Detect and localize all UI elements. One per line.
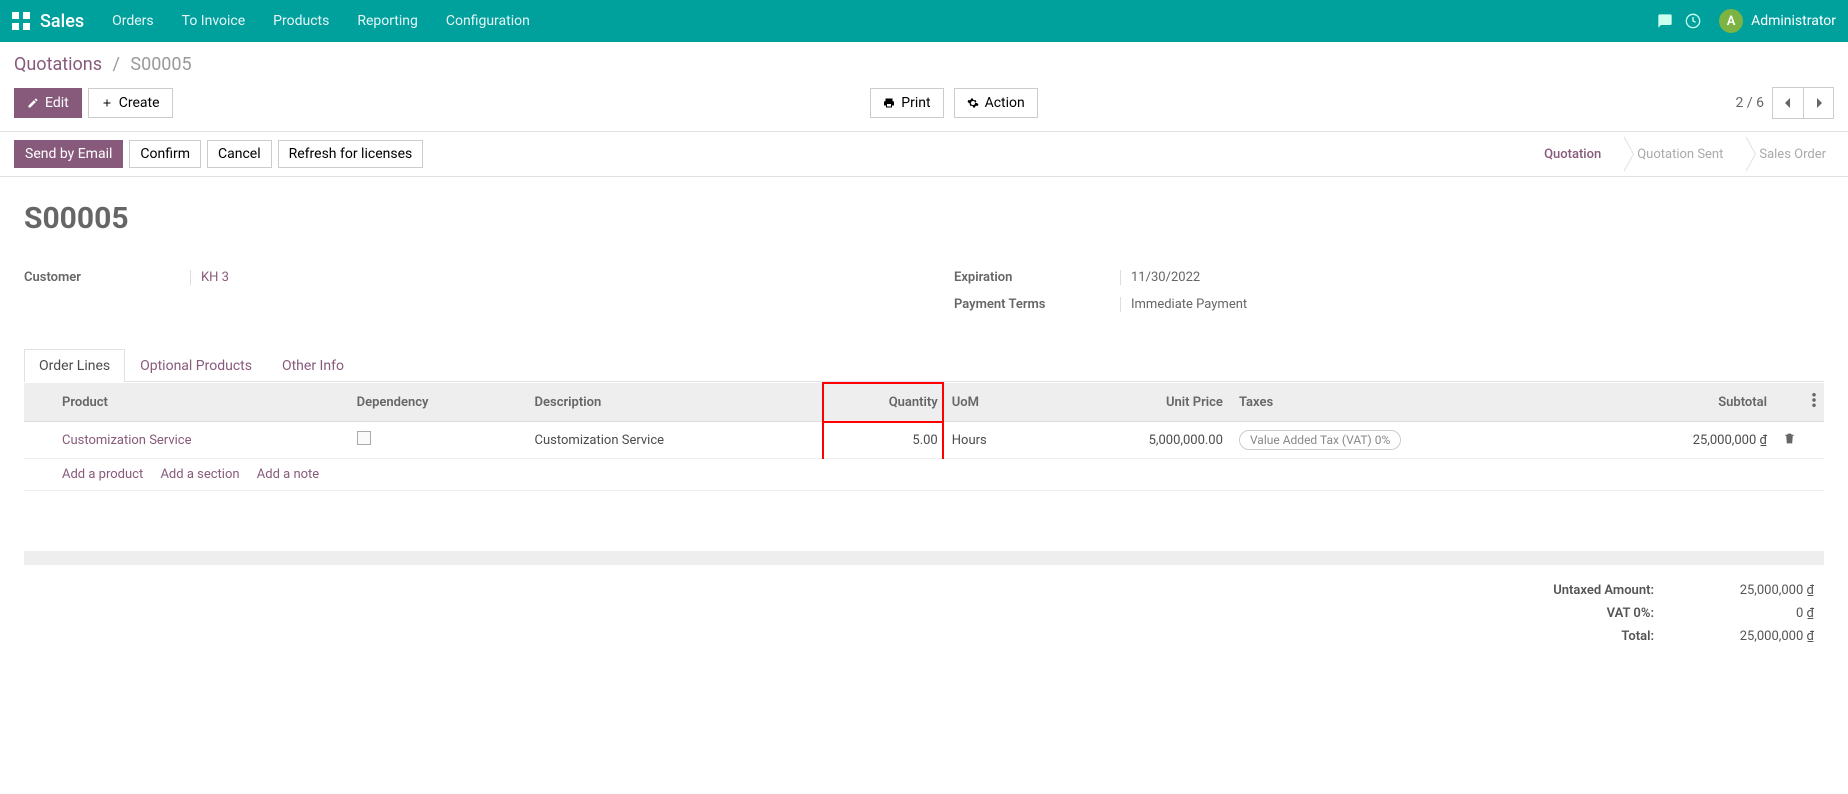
action-button[interactable]: Action	[954, 88, 1038, 118]
payment-terms-value: Immediate Payment	[1120, 297, 1824, 312]
tab-other-info[interactable]: Other Info	[267, 349, 359, 382]
total-label: Total:	[1553, 629, 1654, 644]
pager-text: 2 / 6	[1736, 95, 1764, 111]
pager-prev[interactable]	[1773, 88, 1803, 118]
expiration-label: Expiration	[954, 270, 1120, 285]
col-unit-price[interactable]: Unit Price	[1048, 383, 1231, 422]
edit-label: Edit	[45, 95, 69, 111]
edit-button[interactable]: Edit	[14, 88, 82, 118]
confirm-button[interactable]: Confirm	[129, 140, 201, 168]
refresh-licenses-button[interactable]: Refresh for licenses	[278, 140, 424, 168]
col-subtotal[interactable]: Subtotal	[1592, 383, 1775, 422]
nav-configuration[interactable]: Configuration	[446, 13, 530, 29]
app-brand[interactable]: Sales	[40, 11, 84, 32]
nav-orders[interactable]: Orders	[112, 13, 154, 29]
tax-badge[interactable]: Value Added Tax (VAT) 0%	[1239, 430, 1401, 450]
nav-reporting[interactable]: Reporting	[357, 13, 418, 29]
col-product[interactable]: Product	[54, 383, 349, 422]
top-navbar: Sales Orders To Invoice Products Reporti…	[0, 0, 1848, 42]
table-row[interactable]: Customization Service Customization Serv…	[24, 422, 1824, 459]
row-unit-price: 5,000,000.00	[1048, 422, 1231, 459]
status-sales-order[interactable]: Sales Order	[1745, 136, 1848, 172]
tab-order-lines[interactable]: Order Lines	[24, 349, 125, 382]
nav-products[interactable]: Products	[273, 13, 329, 29]
add-product-link[interactable]: Add a product	[62, 467, 143, 482]
username[interactable]: Administrator	[1751, 13, 1836, 29]
col-dependency[interactable]: Dependency	[349, 383, 527, 422]
expiration-value: 11/30/2022	[1120, 270, 1824, 285]
gear-icon	[967, 97, 979, 109]
table-footer-bar	[24, 551, 1824, 565]
col-quantity[interactable]: Quantity	[823, 383, 943, 422]
col-uom[interactable]: UoM	[943, 383, 1048, 422]
add-section-link[interactable]: Add a section	[160, 467, 239, 482]
nav-to-invoice[interactable]: To Invoice	[182, 13, 246, 29]
col-kebab[interactable]	[1804, 383, 1824, 422]
breadcrumb-root[interactable]: Quotations	[14, 54, 102, 75]
tab-optional-products[interactable]: Optional Products	[125, 349, 267, 382]
customer-value[interactable]: KH 3	[190, 270, 894, 285]
breadcrumb-sep: /	[112, 54, 119, 75]
apps-icon[interactable]	[12, 12, 30, 30]
total-value: 25,000,000 ₫	[1694, 629, 1814, 644]
vat-label: VAT 0%:	[1553, 606, 1654, 621]
print-button[interactable]: Print	[870, 88, 943, 118]
status-quotation-sent[interactable]: Quotation Sent	[1623, 136, 1745, 172]
breadcrumb: Quotations / S00005	[14, 54, 1834, 75]
status-quotation[interactable]: Quotation	[1530, 136, 1623, 172]
row-subtotal: 25,000,000 ₫	[1592, 422, 1775, 459]
col-handle	[24, 383, 54, 422]
dependency-checkbox[interactable]	[357, 431, 371, 445]
create-label: Create	[119, 95, 160, 111]
kebab-icon	[1812, 393, 1816, 407]
trash-icon	[1783, 432, 1796, 445]
col-description[interactable]: Description	[527, 383, 824, 422]
col-delete	[1775, 383, 1804, 422]
vat-value: 0 ₫	[1694, 606, 1814, 621]
print-label: Print	[901, 95, 930, 111]
create-button[interactable]: Create	[88, 88, 173, 118]
row-quantity[interactable]: 5.00	[823, 422, 943, 459]
order-lines-table: Product Dependency Description Quantity …	[24, 382, 1824, 565]
status-steps: Quotation Quotation Sent Sales Order	[1530, 136, 1848, 172]
pencil-icon	[27, 97, 39, 109]
send-email-button[interactable]: Send by Email	[14, 140, 123, 168]
action-label: Action	[985, 95, 1025, 111]
messaging-icon[interactable]	[1657, 13, 1673, 29]
row-description: Customization Service	[527, 422, 824, 459]
print-icon	[883, 97, 895, 109]
tabs: Order Lines Optional Products Other Info	[24, 348, 1824, 382]
row-uom: Hours	[943, 422, 1048, 459]
add-note-link[interactable]: Add a note	[257, 467, 319, 482]
payment-terms-label: Payment Terms	[954, 297, 1120, 312]
row-product[interactable]: Customization Service	[62, 433, 191, 448]
col-taxes[interactable]: Taxes	[1231, 383, 1592, 422]
chevron-left-icon	[1783, 98, 1793, 108]
cancel-button[interactable]: Cancel	[207, 140, 272, 168]
page-title: S00005	[24, 201, 1824, 236]
plus-icon	[101, 97, 113, 109]
activities-icon[interactable]	[1685, 13, 1701, 29]
chevron-right-icon	[1814, 98, 1824, 108]
avatar[interactable]: A	[1719, 9, 1743, 33]
untaxed-label: Untaxed Amount:	[1553, 583, 1654, 598]
untaxed-value: 25,000,000 ₫	[1694, 583, 1814, 598]
customer-label: Customer	[24, 270, 190, 285]
breadcrumb-leaf: S00005	[130, 54, 191, 75]
delete-row-button[interactable]	[1783, 434, 1796, 449]
pager-next[interactable]	[1803, 88, 1833, 118]
